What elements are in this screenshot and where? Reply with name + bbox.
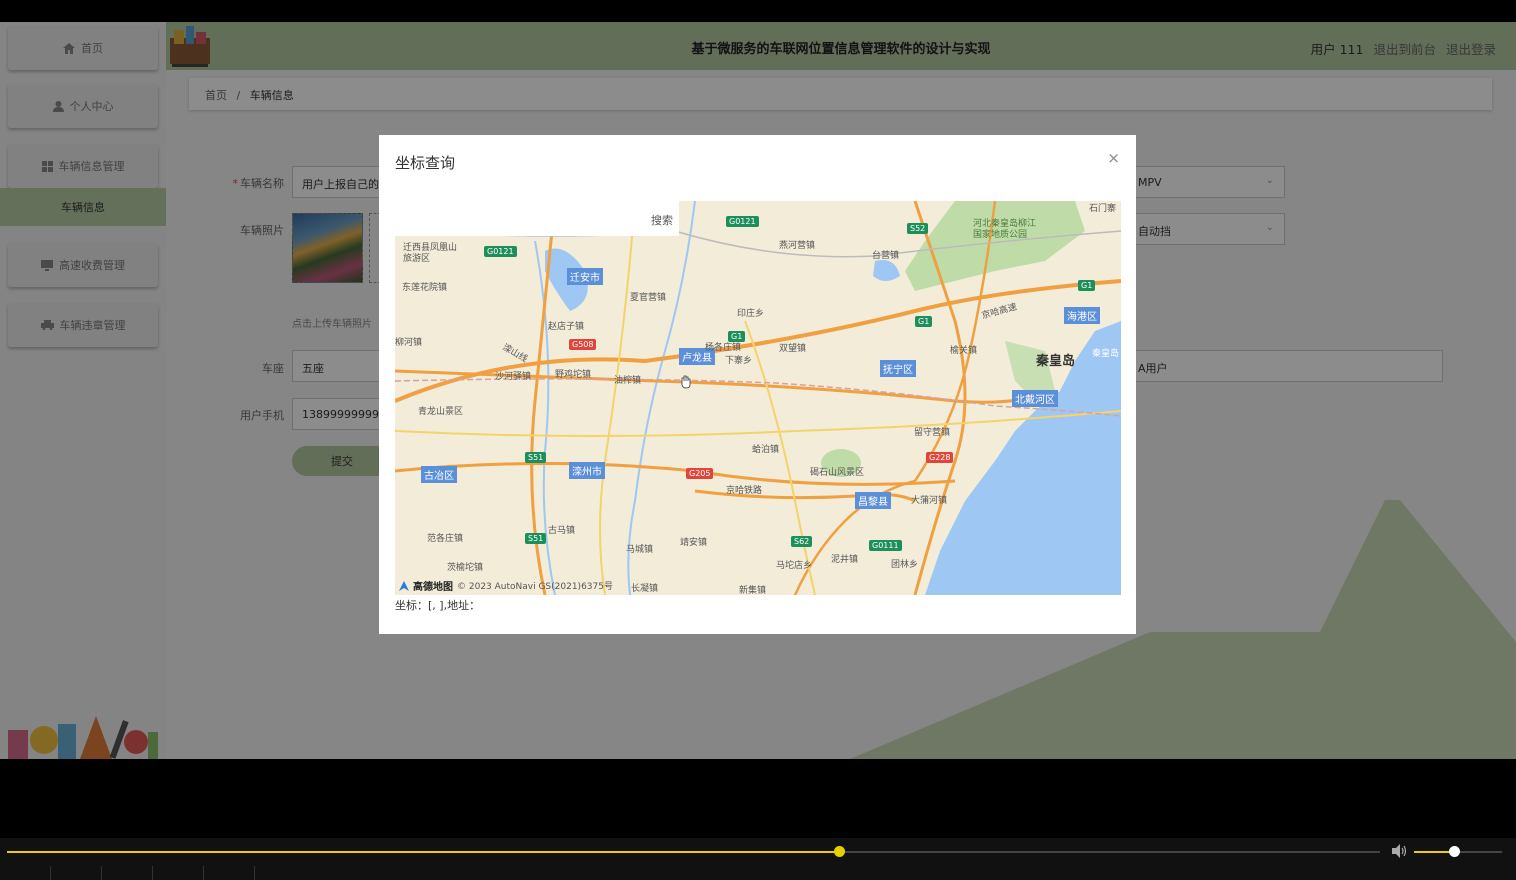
progress-fill xyxy=(7,851,840,853)
map-place-label: 秦皇岛 xyxy=(1092,349,1120,359)
route-shield: S62 xyxy=(791,536,813,547)
map-city-label: 海港区 xyxy=(1064,307,1100,324)
map-place-label: 东莲花院镇 xyxy=(402,283,448,293)
map-place-label: 双望镇 xyxy=(779,344,807,354)
map-place-label: 长凝镇 xyxy=(631,584,659,594)
route-shield: G228 xyxy=(926,452,954,463)
taskbar-slot[interactable] xyxy=(51,866,102,880)
map-search-button[interactable]: 搜索 xyxy=(651,212,673,228)
map-place-label: 马城镇 xyxy=(626,545,654,555)
route-shield: G508 xyxy=(569,339,597,350)
map-city-label: 迁安市 xyxy=(567,268,603,285)
taskbar-slot[interactable] xyxy=(0,866,51,880)
map-city-label: 昌黎县 xyxy=(855,492,891,509)
map-place-label: 赵店子镇 xyxy=(548,322,585,332)
map-brand: 高德地图 xyxy=(413,582,453,593)
route-shield: G0121 xyxy=(484,246,517,257)
map-city-label: 北戴河区 xyxy=(1012,390,1058,407)
close-icon[interactable]: × xyxy=(1107,149,1120,167)
route-shield: S52 xyxy=(907,223,929,234)
map-place-label: 马坨店乡 xyxy=(776,561,813,571)
progress-knob[interactable] xyxy=(834,846,846,857)
map-place-label: 古马镇 xyxy=(548,526,576,536)
map-place-label: 石门寨 xyxy=(1089,204,1117,214)
volume-fill xyxy=(1414,851,1454,853)
amap-logo-icon xyxy=(399,580,409,591)
route-shield: S51 xyxy=(525,452,547,463)
map-place-label: 蛤泊镇 xyxy=(752,445,780,455)
taskbar-slot[interactable] xyxy=(204,866,255,880)
map-place-label: 杨各庄镇 xyxy=(705,343,742,353)
map-big-city-label: 秦皇岛 xyxy=(1036,354,1076,369)
map-place-label: 油榨镇 xyxy=(614,376,642,386)
route-shield: G1 xyxy=(1078,280,1096,291)
volume-icon[interactable] xyxy=(1392,844,1408,858)
progress-track[interactable] xyxy=(7,851,1380,853)
map-place-label: 留守营镇 xyxy=(914,428,951,438)
taskbar-slot[interactable] xyxy=(102,866,153,880)
map-hand-cursor-icon xyxy=(681,375,691,389)
map-place-label: 大蒲河镇 xyxy=(911,496,948,506)
map-search-bar[interactable]: 搜索 xyxy=(395,201,679,236)
map-road-label: 京哈铁路 xyxy=(726,486,763,496)
route-shield: G0121 xyxy=(726,216,759,227)
map-city-label: 古冶区 xyxy=(421,466,457,483)
map-place-label: 榆关镇 xyxy=(950,346,978,356)
video-player-bar xyxy=(0,838,1516,880)
map-credit: 高德地图 © 2023 AutoNavi GS(2021)6375号 xyxy=(399,578,613,593)
map-place-label: 夏官营镇 xyxy=(630,293,667,303)
map-place-label: 茨榆坨镇 xyxy=(447,563,484,573)
map-place-label: 台营镇 xyxy=(872,251,900,261)
map-place-label: 柳河镇 xyxy=(395,338,423,348)
map-place-label: 迁西县凤凰山旅游区 xyxy=(403,243,458,264)
map-place-label: 燕河营镇 xyxy=(779,241,816,251)
map-place-label: 范各庄镇 xyxy=(427,534,464,544)
route-shield: G0111 xyxy=(869,540,902,551)
map-city-label: 滦州市 xyxy=(569,462,605,479)
route-shield: G1 xyxy=(915,316,933,327)
map-place-label: 靖安镇 xyxy=(680,538,708,548)
map-place-label: 碣石山风景区 xyxy=(810,468,865,478)
route-shield: S51 xyxy=(525,533,547,544)
map-copyright: © 2023 AutoNavi GS(2021)6375号 xyxy=(457,582,613,592)
taskbar-slot[interactable] xyxy=(153,866,204,880)
map-place-label: 下寨乡 xyxy=(725,356,753,366)
app-frame: 首页 个人中心 车辆信息管理 车辆信息 高速收费管理 车辆违章管理 基于微服务的… xyxy=(0,22,1516,759)
map-place-label: 河北秦皇岛柳江国家地质公园 xyxy=(973,219,1037,240)
coordinate-readout: 坐标：[, ],地址： xyxy=(395,599,481,612)
map-place-label: 沙河驿镇 xyxy=(495,372,532,382)
taskbar-strip xyxy=(0,866,1516,880)
coordinate-dialog: 坐标查询 × 搜索 迁安市 卢龙县 抚宁区 海港区 北戴河区 古冶区 滦州市 昌… xyxy=(379,135,1136,634)
map-place-label: 印庄乡 xyxy=(737,309,765,319)
map-place-label: 青龙山景区 xyxy=(418,407,464,417)
route-shield: G205 xyxy=(686,468,714,479)
volume-knob[interactable] xyxy=(1448,846,1460,857)
map-place-label: 团林乡 xyxy=(891,560,919,570)
map-view[interactable]: 搜索 迁安市 卢龙县 抚宁区 海港区 北戴河区 古冶区 滦州市 昌黎县 秦皇岛 … xyxy=(395,201,1121,595)
map-place-label: 泥井镇 xyxy=(831,555,859,565)
map-place-label: 新集镇 xyxy=(739,586,767,595)
map-city-label: 抚宁区 xyxy=(880,360,916,377)
map-place-label: 野鸡坨镇 xyxy=(555,370,592,380)
dialog-title: 坐标查询 xyxy=(395,154,456,172)
